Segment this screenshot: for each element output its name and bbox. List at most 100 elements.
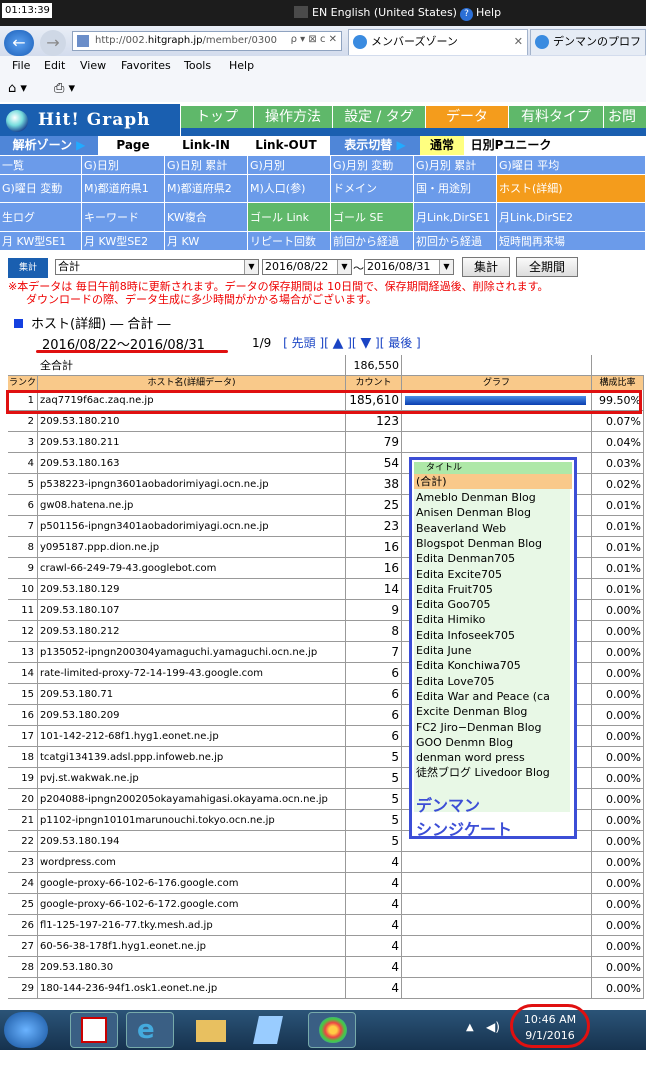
legend-item[interactable]: Excite Denman Blog — [414, 704, 572, 719]
report-link[interactable]: ゴール SE — [331, 203, 414, 232]
site-logo[interactable]: Hit! Graph — [0, 104, 180, 136]
report-link[interactable]: 国・用途別 — [414, 175, 497, 203]
url-text: http://002.hitgraph.jp/member/0300 — [95, 35, 277, 46]
first-link[interactable]: [ 先頭 ][ — [283, 336, 329, 350]
forward-button[interactable]: → — [40, 30, 66, 56]
report-link[interactable]: G)日別 — [82, 156, 165, 175]
menu-file[interactable]: File — [12, 59, 30, 72]
host-cell: p538223-ipngn3601aobadorimiyagi.ocn.ne.j… — [38, 474, 346, 495]
tab-members-zone[interactable]: メンバーズゾーン ✕ — [348, 29, 528, 55]
tab-link-in[interactable]: Link-IN — [168, 136, 244, 155]
report-link[interactable]: ドメイン — [331, 175, 414, 203]
report-link[interactable]: M)都道府県1 — [82, 175, 165, 203]
legend-item[interactable]: Edita Himiko — [414, 612, 572, 627]
report-link[interactable]: ゴール Link — [248, 203, 331, 232]
menu-favorites[interactable]: Favorites — [121, 59, 171, 72]
report-link[interactable]: G)日別 累計 — [165, 156, 248, 175]
legend-item[interactable]: Edita Goo705 — [414, 597, 572, 612]
taskbar-clock-app[interactable] — [70, 1012, 118, 1048]
back-button[interactable]: ← — [4, 30, 34, 56]
home-icon[interactable]: ⌂ ▾ — [8, 81, 27, 96]
tab-normal[interactable]: 通常 — [420, 136, 464, 155]
report-link[interactable]: M)都道府県2 — [165, 175, 248, 203]
print-icon[interactable]: ⎙ ▾ — [54, 81, 75, 96]
tab-page[interactable]: Page — [98, 136, 168, 155]
to-date-select[interactable]: 2016/08/31 ▼ — [364, 259, 454, 275]
legend-item[interactable]: Beaverland Web — [414, 521, 572, 536]
report-link[interactable]: G)曜日 変動 — [0, 175, 82, 203]
legend-item[interactable]: Edita Love705 — [414, 674, 572, 689]
tab-daily-unique[interactable]: 日別Pユニーク — [464, 136, 558, 155]
language-indicator[interactable]: EN English (United States) — [294, 6, 457, 19]
menu-edit[interactable]: Edit — [44, 59, 65, 72]
report-link[interactable]: 月 KW型SE2 — [82, 232, 165, 251]
report-link[interactable]: 短時間再来場 — [497, 232, 646, 251]
report-link[interactable]: 前回から経過 — [331, 232, 414, 251]
report-link[interactable]: M)人口(参) — [248, 175, 331, 203]
menu-help[interactable]: Help — [229, 59, 254, 72]
taskbar-explorer[interactable] — [188, 1012, 236, 1048]
topnav-data[interactable]: データ — [426, 106, 508, 128]
legend-item[interactable]: Edita June — [414, 643, 572, 658]
start-button[interactable] — [4, 1012, 48, 1048]
legend-item[interactable]: Edita Fruit705 — [414, 582, 572, 597]
topnav-settings[interactable]: 設定 / タグ — [333, 106, 425, 128]
count-cell: 25 — [346, 495, 402, 516]
last-link[interactable]: ][ 最後 ] — [375, 336, 421, 350]
legend-item[interactable]: 徒然ブログ Livedoor Blog — [414, 765, 572, 780]
report-link[interactable]: 初回から経過 — [414, 232, 497, 251]
topnav-paid[interactable]: 有料タイプ — [509, 106, 603, 128]
aggregate-button[interactable]: 集計 — [462, 257, 510, 277]
from-date-select[interactable]: 2016/08/22 ▼ — [262, 259, 352, 275]
legend-item[interactable]: denman word press — [414, 750, 572, 765]
legend-item[interactable]: GOO Denmn Blog — [414, 735, 572, 750]
system-clock[interactable]: 10:46 AM 9/1/2016 — [510, 1004, 590, 1048]
topnav-top[interactable]: トップ — [181, 106, 253, 128]
host-cell: 209.53.180.212 — [38, 621, 346, 642]
legend-item[interactable]: Blogspot Denman Blog — [414, 536, 572, 551]
volume-icon[interactable]: ◀) — [486, 1020, 500, 1034]
prev-up-icon[interactable]: ▲ — [333, 335, 344, 351]
help-button[interactable]: ? Help — [460, 6, 501, 21]
next-down-icon[interactable]: ▼ — [360, 335, 371, 351]
legend-item[interactable]: Anisen Denman Blog — [414, 505, 572, 520]
menu-tools[interactable]: Tools — [184, 59, 211, 72]
report-link[interactable]: 月Link,DirSE2 — [497, 203, 646, 232]
report-link[interactable]: 月 KW型SE1 — [0, 232, 82, 251]
report-link[interactable]: 生ログ — [0, 203, 82, 232]
aggregate-select[interactable]: 合計 ▼ — [55, 259, 259, 275]
report-link[interactable]: ホスト(詳細) — [497, 175, 646, 203]
report-link[interactable]: 月 KW — [165, 232, 248, 251]
taskbar-notes[interactable] — [244, 1012, 292, 1048]
legend-item[interactable]: Edita Infoseek705 — [414, 628, 572, 643]
search-refresh-icons[interactable]: ρ ▾ ⊠ c ✕ — [291, 34, 337, 45]
report-link[interactable]: G)月別 変動 — [331, 156, 414, 175]
legend-item[interactable]: Edita Excite705 — [414, 567, 572, 582]
legend-selected[interactable]: (合計) — [414, 474, 572, 489]
tab-link-out[interactable]: Link-OUT — [244, 136, 328, 155]
legend-item[interactable]: Edita Denman705 — [414, 551, 572, 566]
taskbar-ie[interactable]: e — [126, 1012, 174, 1048]
report-link[interactable]: リピート回数 — [248, 232, 331, 251]
report-link[interactable]: KW複合 — [165, 203, 248, 232]
taskbar-paint[interactable] — [308, 1012, 356, 1048]
report-link[interactable]: G)月別 — [248, 156, 331, 175]
legend-item[interactable]: Edita War and Peace (ca — [414, 689, 572, 704]
report-link[interactable]: 一覧 — [0, 156, 82, 175]
close-tab-icon[interactable]: ✕ — [514, 30, 523, 54]
menu-view[interactable]: View — [80, 59, 106, 72]
tab-denman-profile[interactable]: デンマンのプロフ — [530, 29, 646, 55]
report-link[interactable]: キーワード — [82, 203, 165, 232]
address-bar[interactable]: http://002.hitgraph.jp/member/0300 ρ ▾ ⊠… — [72, 31, 342, 51]
legend-item[interactable]: FC2 Jiro−Denman Blog — [414, 720, 572, 735]
legend-item[interactable]: Ameblo Denman Blog — [414, 490, 572, 505]
topnav-howto[interactable]: 操作方法 — [254, 106, 332, 128]
all-period-button[interactable]: 全期間 — [516, 257, 578, 277]
legend-item[interactable]: Edita Konchiwa705 — [414, 658, 572, 673]
topnav-contact[interactable]: お問 — [604, 106, 646, 128]
report-link[interactable]: G)曜日 平均 — [497, 156, 646, 175]
report-link[interactable]: 月Link,DirSE1 — [414, 203, 497, 232]
report-link[interactable]: G)月別 累計 — [414, 156, 497, 175]
tray-arrow-icon[interactable]: ▲ — [466, 1022, 474, 1033]
host-cell: 101-142-212-68f1.hyg1.eonet.ne.jp — [38, 726, 346, 747]
